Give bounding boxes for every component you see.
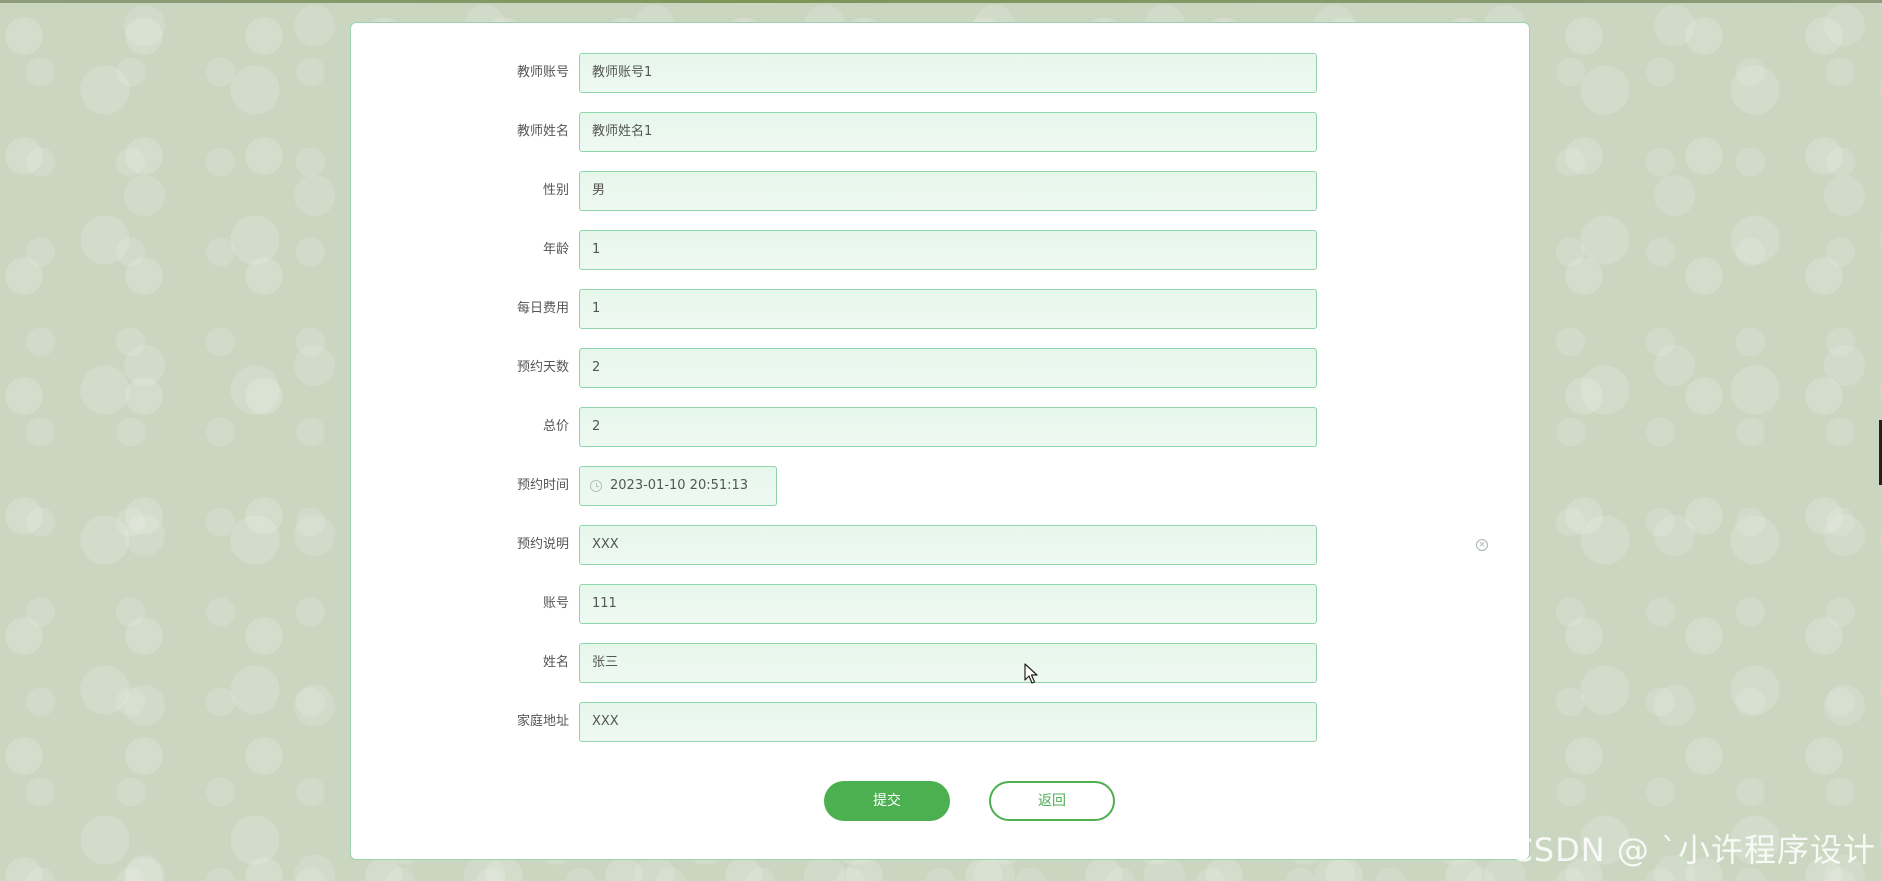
label-booking-time: 预约时间 (516, 478, 569, 493)
label-total-price: 总价 (542, 419, 569, 434)
input-daily-fee[interactable]: 1 (579, 289, 1317, 329)
label-age: 年龄 (542, 242, 569, 257)
input-age[interactable]: 1 (579, 230, 1317, 270)
booking-time-value: 2023-01-10 20:51:13 (610, 478, 749, 493)
form-row-home-address: 家庭地址 XXX (351, 702, 1529, 742)
label-name: 姓名 (542, 655, 569, 670)
label-booking-days: 预约天数 (516, 360, 569, 375)
input-booking-time[interactable]: 2023-01-10 20:51:13 (579, 466, 777, 506)
clear-circle-icon[interactable]: × (1476, 539, 1488, 551)
input-teacher-account[interactable]: 教师账号1 (579, 53, 1317, 93)
input-teacher-name[interactable]: 教师姓名1 (579, 112, 1317, 152)
submit-button[interactable]: 提交 (824, 781, 950, 821)
input-account[interactable]: 111 (579, 584, 1317, 624)
label-gender: 性别 (542, 183, 569, 198)
label-home-address: 家庭地址 (516, 714, 569, 729)
form-row-age: 年龄 1 (351, 230, 1529, 270)
label-teacher-name: 教师姓名 (516, 124, 569, 139)
label-booking-note: 预约说明 (516, 537, 569, 552)
input-gender[interactable]: 男 (579, 171, 1317, 211)
input-name[interactable]: 张三 (579, 643, 1317, 683)
label-account: 账号 (542, 596, 569, 611)
mouse-cursor-icon (1024, 663, 1038, 684)
input-booking-days[interactable]: 2 (579, 348, 1317, 388)
form-row-gender: 性别 男 (351, 171, 1529, 211)
form-row-daily-fee: 每日费用 1 (351, 289, 1529, 329)
form-row-teacher-account: 教师账号 教师账号1 (351, 53, 1529, 93)
form-row-total-price: 总价 2 (351, 407, 1529, 447)
top-strip (0, 0, 1882, 3)
label-teacher-account: 教师账号 (516, 65, 569, 80)
form-row-name: 姓名 张三 (351, 643, 1529, 683)
form-row-booking-time: 预约时间 2023-01-10 20:51:13 (351, 466, 1529, 506)
input-total-price[interactable]: 2 (579, 407, 1317, 447)
back-button[interactable]: 返回 (989, 781, 1115, 821)
label-daily-fee: 每日费用 (516, 301, 569, 316)
watermark: CSDN @ `小许程序设计 (1510, 831, 1876, 869)
booking-form-card: 教师账号 教师账号1 教师姓名 教师姓名1 性别 男 年龄 1 每日费用 1 预… (350, 22, 1530, 860)
clock-icon (590, 480, 602, 492)
form-row-booking-days: 预约天数 2 (351, 348, 1529, 388)
input-booking-note[interactable]: XXX (579, 525, 1317, 565)
form-row-teacher-name: 教师姓名 教师姓名1 (351, 112, 1529, 152)
input-home-address[interactable]: XXX (579, 702, 1317, 742)
form-row-account: 账号 111 (351, 584, 1529, 624)
form-row-booking-note: 预约说明 XXX × (351, 525, 1529, 565)
